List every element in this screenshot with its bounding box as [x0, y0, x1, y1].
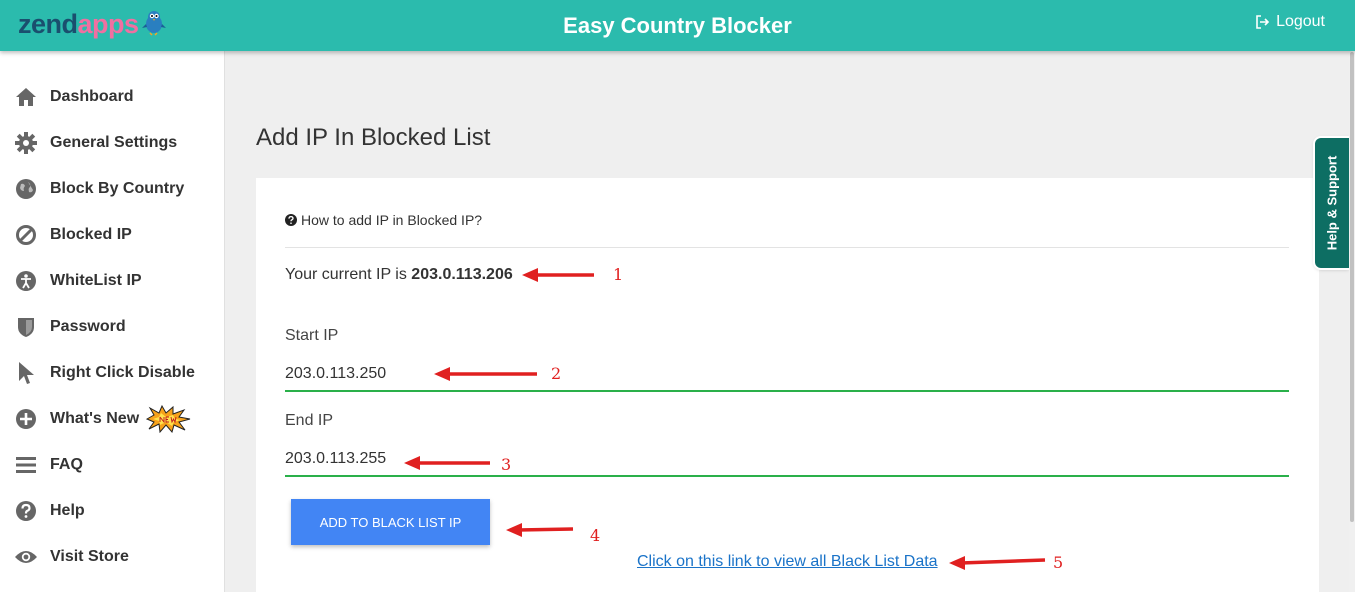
annotation-number: 1 — [613, 265, 624, 284]
annotation-number: 2 — [551, 364, 562, 383]
sidebar-item-right-click-disable[interactable]: Right Click Disable — [0, 353, 225, 393]
howto-text: How to add IP in Blocked IP? — [301, 212, 483, 228]
globe-icon — [14, 177, 38, 201]
shield-icon — [14, 315, 38, 339]
sidebar: Dashboard General Settings Block By Coun… — [0, 51, 225, 592]
sidebar-item-whats-new[interactable]: What's New — [0, 399, 225, 439]
scrollbar-thumb[interactable] — [1350, 52, 1354, 522]
sidebar-item-label: General Settings — [50, 134, 178, 151]
logout-icon — [1256, 15, 1270, 29]
view-black-list-link[interactable]: Click on this link to view all Black Lis… — [637, 553, 938, 571]
annotation-arrow-icon — [434, 367, 537, 381]
howto-link[interactable]: How to add IP in Blocked IP? — [285, 212, 482, 228]
sidebar-item-visit-store[interactable]: Visit Store — [0, 537, 225, 577]
annotation-arrow-icon — [404, 456, 490, 470]
sidebar-item-whitelist-ip[interactable]: WhiteList IP — [0, 261, 225, 301]
sidebar-item-label: FAQ — [50, 456, 83, 473]
sidebar-item-label: Dashboard — [50, 88, 134, 105]
annotation-arrow-icon — [522, 268, 594, 282]
page-title: Add IP In Blocked List — [256, 124, 491, 151]
annotation-number: 5 — [1053, 553, 1064, 572]
gear-icon — [14, 131, 38, 155]
current-ip-text: Your current IP is 203.0.113.206 — [285, 266, 513, 284]
question-circle-icon — [285, 214, 297, 226]
logout-button[interactable]: Logout — [1255, 13, 1325, 31]
annotation-number: 4 — [590, 526, 601, 545]
start-ip-label: Start IP — [285, 327, 339, 344]
bars-icon — [14, 453, 38, 477]
sidebar-item-password[interactable]: Password — [0, 307, 225, 347]
end-ip-label: End IP — [285, 412, 334, 429]
help-support-tab[interactable]: Help & Support — [1315, 138, 1349, 268]
logout-label: Logout — [1276, 13, 1325, 30]
sidebar-item-blocked-ip[interactable]: Blocked IP — [0, 215, 225, 255]
sidebar-item-label: WhiteList IP — [50, 272, 142, 289]
eye-icon — [14, 545, 38, 569]
help-support-label: Help & Support — [1324, 155, 1340, 251]
sidebar-item-label: Block By Country — [50, 180, 185, 197]
new-badge-icon — [146, 405, 191, 433]
sidebar-item-dashboard[interactable]: Dashboard — [0, 77, 225, 117]
current-ip-value: 203.0.113.206 — [411, 266, 513, 283]
sidebar-item-block-by-country[interactable]: Block By Country — [0, 169, 225, 209]
plus-circle-icon — [14, 407, 38, 431]
add-to-black-list-button[interactable]: ADD TO BLACK LIST IP — [291, 499, 490, 545]
sidebar-item-general-settings[interactable]: General Settings — [0, 123, 225, 163]
top-header: zend apps Easy Country Blocker Logout — [0, 0, 1355, 51]
sidebar-item-label: Password — [50, 318, 126, 335]
annotation-arrow-icon — [949, 556, 1046, 570]
question-circle-icon — [14, 499, 38, 523]
divider — [285, 247, 1289, 248]
home-icon — [14, 85, 38, 109]
sidebar-item-label: Help — [50, 502, 85, 519]
sidebar-item-faq[interactable]: FAQ — [0, 445, 225, 485]
sidebar-item-help[interactable]: Help — [0, 491, 225, 531]
add-ip-card: How to add IP in Blocked IP? Your curren… — [256, 178, 1319, 592]
sidebar-item-label: Blocked IP — [50, 226, 132, 243]
cursor-icon — [14, 361, 38, 385]
app-title: Easy Country Blocker — [563, 13, 792, 38]
accessibility-icon — [14, 269, 38, 293]
annotation-number: 3 — [501, 455, 512, 474]
ban-icon — [14, 223, 38, 247]
sidebar-item-label: What's New — [50, 410, 140, 427]
annotation-arrow-icon — [506, 523, 574, 537]
sidebar-item-label: Visit Store — [50, 548, 129, 565]
current-ip-prefix: Your current IP is — [285, 266, 407, 283]
sidebar-item-label: Right Click Disable — [50, 364, 195, 381]
